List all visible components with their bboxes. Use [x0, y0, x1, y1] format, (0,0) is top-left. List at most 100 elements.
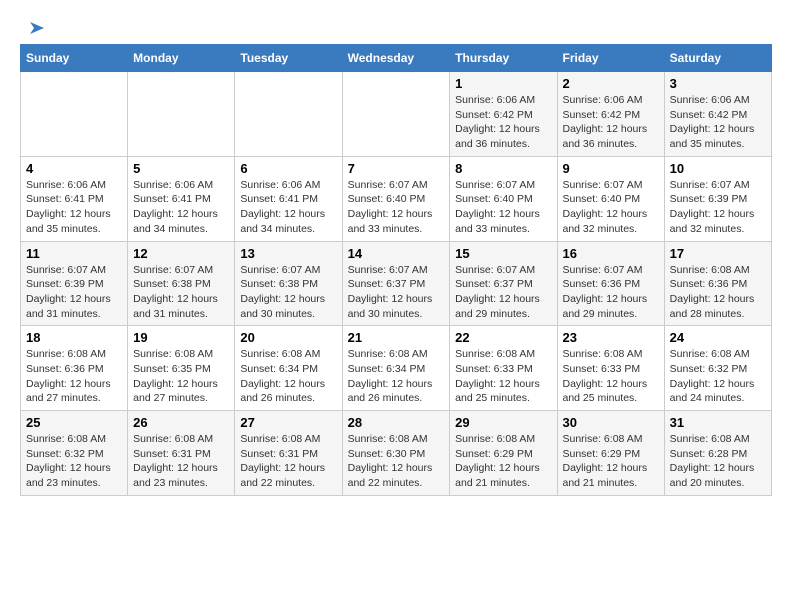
weekday-header-sunday: Sunday	[21, 45, 128, 72]
day-number: 14	[348, 246, 445, 261]
calendar-cell: 30 Sunrise: 6:08 AM Sunset: 6:29 PM Dayli…	[557, 411, 664, 496]
day-info: Sunrise: 6:07 AM Sunset: 6:37 PM Dayligh…	[455, 263, 551, 322]
calendar-cell: 18 Sunrise: 6:08 AM Sunset: 6:36 PM Dayli…	[21, 326, 128, 411]
day-info: Sunrise: 6:06 AM Sunset: 6:42 PM Dayligh…	[670, 93, 766, 152]
calendar-cell: 4Sunrise: 6:06 AM Sunset: 6:41 PM Daylig…	[21, 156, 128, 241]
weekday-header-thursday: Thursday	[450, 45, 557, 72]
logo-bird-icon	[22, 20, 44, 38]
calendar-cell: 12 Sunrise: 6:07 AM Sunset: 6:38 PM Dayli…	[128, 241, 235, 326]
week-row-3: 11 Sunrise: 6:07 AM Sunset: 6:39 PM Dayli…	[21, 241, 772, 326]
day-number: 11	[26, 246, 122, 261]
day-number: 21	[348, 330, 445, 345]
calendar-cell: 22 Sunrise: 6:08 AM Sunset: 6:33 PM Dayli…	[450, 326, 557, 411]
calendar-cell: 6 Sunrise: 6:06 AM Sunset: 6:41 PM Daylig…	[235, 156, 342, 241]
day-number: 29	[455, 415, 551, 430]
day-number: 26	[133, 415, 229, 430]
day-number: 10	[670, 161, 766, 176]
day-number: 17	[670, 246, 766, 261]
day-info: Sunrise: 6:07 AM Sunset: 6:40 PM Dayligh…	[348, 178, 445, 237]
day-number: 7	[348, 161, 445, 176]
day-info: Sunrise: 6:07 AM Sunset: 6:39 PM Dayligh…	[670, 178, 766, 237]
calendar-cell: 2 Sunrise: 6:06 AM Sunset: 6:42 PM Daylig…	[557, 72, 664, 157]
day-number: 20	[240, 330, 336, 345]
day-number: 3	[670, 76, 766, 91]
day-info: Sunrise: 6:06 AM Sunset: 6:41 PM Dayligh…	[240, 178, 336, 237]
weekday-header-row: SundayMondayTuesdayWednesdayThursdayFrid…	[21, 45, 772, 72]
header	[20, 20, 772, 34]
calendar-cell: 8 Sunrise: 6:07 AM Sunset: 6:40 PM Daylig…	[450, 156, 557, 241]
day-number: 30	[563, 415, 659, 430]
weekday-header-friday: Friday	[557, 45, 664, 72]
weekday-header-wednesday: Wednesday	[342, 45, 450, 72]
weekday-header-tuesday: Tuesday	[235, 45, 342, 72]
calendar-cell	[342, 72, 450, 157]
calendar-cell: 3 Sunrise: 6:06 AM Sunset: 6:42 PM Daylig…	[664, 72, 771, 157]
day-info: Sunrise: 6:08 AM Sunset: 6:33 PM Dayligh…	[455, 347, 551, 406]
day-info: Sunrise: 6:08 AM Sunset: 6:28 PM Dayligh…	[670, 432, 766, 491]
calendar-cell: 11 Sunrise: 6:07 AM Sunset: 6:39 PM Dayli…	[21, 241, 128, 326]
day-info: Sunrise: 6:07 AM Sunset: 6:39 PM Dayligh…	[26, 263, 122, 322]
calendar-cell: 15 Sunrise: 6:07 AM Sunset: 6:37 PM Dayli…	[450, 241, 557, 326]
day-number: 19	[133, 330, 229, 345]
calendar-cell: 1 Sunrise: 6:06 AM Sunset: 6:42 PM Daylig…	[450, 72, 557, 157]
day-info: Sunrise: 6:07 AM Sunset: 6:40 PM Dayligh…	[455, 178, 551, 237]
day-number: 12	[133, 246, 229, 261]
weekday-header-saturday: Saturday	[664, 45, 771, 72]
day-info: Sunrise: 6:08 AM Sunset: 6:29 PM Dayligh…	[455, 432, 551, 491]
logo	[20, 20, 44, 34]
day-number: 25	[26, 415, 122, 430]
calendar-cell: 24Sunrise: 6:08 AM Sunset: 6:32 PM Dayli…	[664, 326, 771, 411]
calendar-cell: 5Sunrise: 6:06 AM Sunset: 6:41 PM Daylig…	[128, 156, 235, 241]
day-info: Sunrise: 6:07 AM Sunset: 6:37 PM Dayligh…	[348, 263, 445, 322]
day-info: Sunrise: 6:08 AM Sunset: 6:31 PM Dayligh…	[240, 432, 336, 491]
day-info: Sunrise: 6:07 AM Sunset: 6:38 PM Dayligh…	[133, 263, 229, 322]
calendar-cell: 14 Sunrise: 6:07 AM Sunset: 6:37 PM Dayli…	[342, 241, 450, 326]
day-number: 23	[563, 330, 659, 345]
day-info: Sunrise: 6:07 AM Sunset: 6:40 PM Dayligh…	[563, 178, 659, 237]
day-info: Sunrise: 6:08 AM Sunset: 6:34 PM Dayligh…	[348, 347, 445, 406]
calendar-cell: 21 Sunrise: 6:08 AM Sunset: 6:34 PM Dayli…	[342, 326, 450, 411]
week-row-4: 18 Sunrise: 6:08 AM Sunset: 6:36 PM Dayli…	[21, 326, 772, 411]
day-info: Sunrise: 6:08 AM Sunset: 6:36 PM Dayligh…	[26, 347, 122, 406]
calendar-cell: 28 Sunrise: 6:08 AM Sunset: 6:30 PM Dayli…	[342, 411, 450, 496]
week-row-2: 4Sunrise: 6:06 AM Sunset: 6:41 PM Daylig…	[21, 156, 772, 241]
day-info: Sunrise: 6:06 AM Sunset: 6:42 PM Dayligh…	[455, 93, 551, 152]
calendar-cell	[21, 72, 128, 157]
day-number: 5	[133, 161, 229, 176]
day-number: 6	[240, 161, 336, 176]
day-info: Sunrise: 6:08 AM Sunset: 6:34 PM Dayligh…	[240, 347, 336, 406]
calendar-cell: 26Sunrise: 6:08 AM Sunset: 6:31 PM Dayli…	[128, 411, 235, 496]
day-info: Sunrise: 6:08 AM Sunset: 6:36 PM Dayligh…	[670, 263, 766, 322]
day-info: Sunrise: 6:08 AM Sunset: 6:29 PM Dayligh…	[563, 432, 659, 491]
calendar-cell: 19 Sunrise: 6:08 AM Sunset: 6:35 PM Dayli…	[128, 326, 235, 411]
day-number: 1	[455, 76, 551, 91]
day-info: Sunrise: 6:08 AM Sunset: 6:30 PM Dayligh…	[348, 432, 445, 491]
calendar-cell: 31 Sunrise: 6:08 AM Sunset: 6:28 PM Dayli…	[664, 411, 771, 496]
day-info: Sunrise: 6:07 AM Sunset: 6:36 PM Dayligh…	[563, 263, 659, 322]
calendar-cell: 16 Sunrise: 6:07 AM Sunset: 6:36 PM Dayli…	[557, 241, 664, 326]
day-number: 16	[563, 246, 659, 261]
day-number: 28	[348, 415, 445, 430]
weekday-header-monday: Monday	[128, 45, 235, 72]
day-number: 8	[455, 161, 551, 176]
calendar-cell: 20 Sunrise: 6:08 AM Sunset: 6:34 PM Dayli…	[235, 326, 342, 411]
day-number: 13	[240, 246, 336, 261]
calendar-cell: 29 Sunrise: 6:08 AM Sunset: 6:29 PM Dayli…	[450, 411, 557, 496]
calendar-cell: 23Sunrise: 6:08 AM Sunset: 6:33 PM Dayli…	[557, 326, 664, 411]
day-info: Sunrise: 6:08 AM Sunset: 6:35 PM Dayligh…	[133, 347, 229, 406]
day-number: 22	[455, 330, 551, 345]
day-info: Sunrise: 6:08 AM Sunset: 6:32 PM Dayligh…	[26, 432, 122, 491]
day-number: 2	[563, 76, 659, 91]
calendar-cell: 27Sunrise: 6:08 AM Sunset: 6:31 PM Dayli…	[235, 411, 342, 496]
calendar-cell: 10 Sunrise: 6:07 AM Sunset: 6:39 PM Dayli…	[664, 156, 771, 241]
calendar-cell: 25 Sunrise: 6:08 AM Sunset: 6:32 PM Dayli…	[21, 411, 128, 496]
day-number: 18	[26, 330, 122, 345]
week-row-5: 25 Sunrise: 6:08 AM Sunset: 6:32 PM Dayli…	[21, 411, 772, 496]
day-info: Sunrise: 6:06 AM Sunset: 6:41 PM Dayligh…	[26, 178, 122, 237]
calendar-cell: 13Sunrise: 6:07 AM Sunset: 6:38 PM Dayli…	[235, 241, 342, 326]
day-number: 31	[670, 415, 766, 430]
day-number: 15	[455, 246, 551, 261]
day-number: 24	[670, 330, 766, 345]
day-info: Sunrise: 6:06 AM Sunset: 6:42 PM Dayligh…	[563, 93, 659, 152]
calendar-table: SundayMondayTuesdayWednesdayThursdayFrid…	[20, 44, 772, 496]
